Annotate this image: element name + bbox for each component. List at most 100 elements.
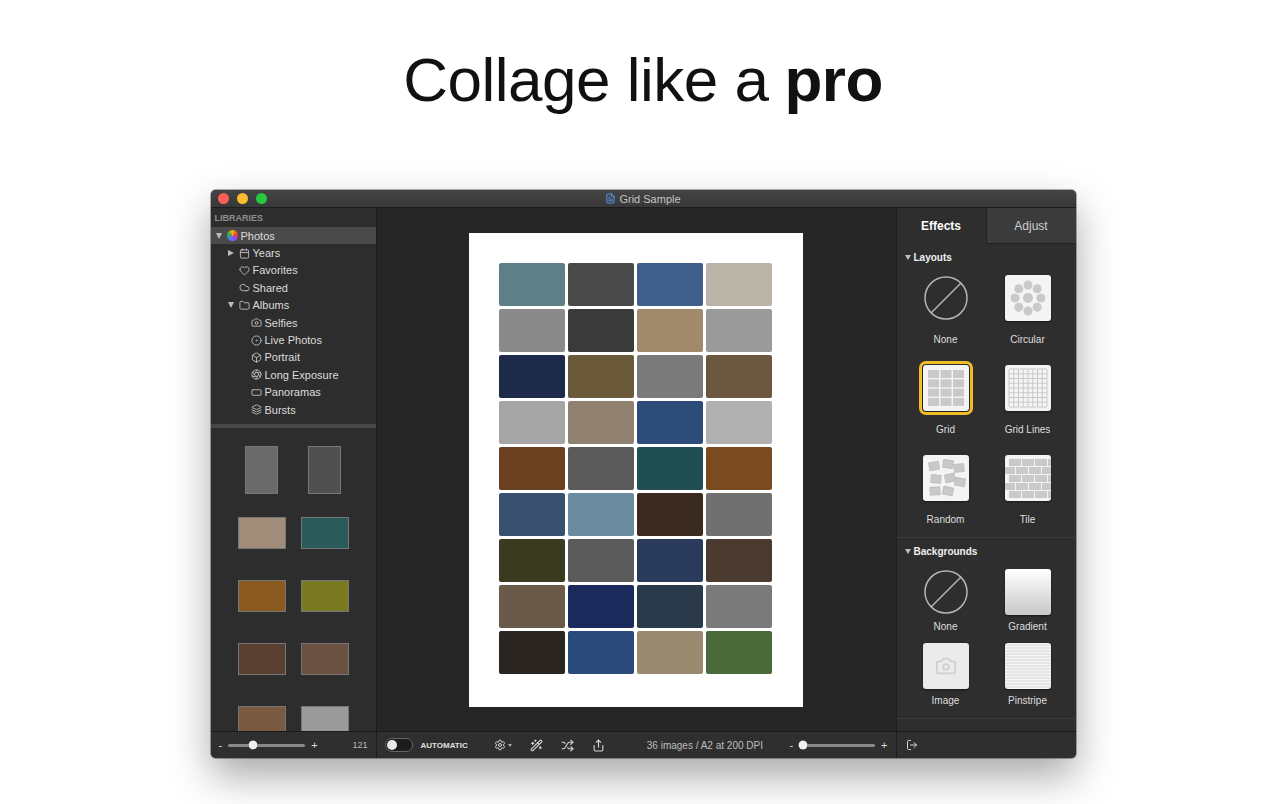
collage-photo[interactable] [499,631,565,674]
photo-thumbnail[interactable] [245,446,278,494]
effect-thumbnail[interactable] [923,569,969,615]
collage-photo[interactable] [499,493,565,536]
collage-photo[interactable] [499,355,565,398]
collage-photo[interactable] [706,263,772,306]
section-title[interactable]: Backgrounds [905,546,1068,557]
photo-thumbnail[interactable] [238,706,286,731]
disclosure-triangle[interactable] [239,405,248,414]
effect-option[interactable]: Tile [987,455,1069,525]
enhance-button[interactable] [530,739,543,752]
slider-thumb[interactable] [798,741,807,750]
sidebar-item[interactable]: Selfies [211,314,376,331]
zoom-button[interactable] [256,193,267,204]
photo-thumbnail[interactable] [308,446,341,494]
settings-button[interactable] [494,739,512,751]
disclosure-triangle[interactable] [227,249,236,258]
photo-thumbnail[interactable] [301,643,349,675]
disclosure-triangle[interactable] [239,388,248,397]
collage-photo[interactable] [568,263,634,306]
collage-photo[interactable] [568,493,634,536]
effect-option[interactable]: Image [905,643,987,706]
panel-tab[interactable]: Effects [897,208,986,244]
zoom-out-button[interactable]: - [789,739,793,751]
disclosure-triangle[interactable] [239,370,248,379]
photo-thumbnail[interactable] [238,517,286,549]
effect-thumbnail[interactable] [923,643,969,689]
effect-thumbnail[interactable] [923,455,969,501]
collage-photo[interactable] [568,539,634,582]
collage-photo[interactable] [706,493,772,536]
collage-photo[interactable] [637,493,703,536]
effect-option[interactable]: Circular [987,275,1069,345]
collage-photo[interactable] [499,401,565,444]
toggle-panel-button[interactable] [906,739,918,751]
disclosure-triangle[interactable] [905,255,911,260]
share-button[interactable] [592,739,605,752]
collage-photo[interactable] [568,585,634,628]
collage-photo[interactable] [499,309,565,352]
collage-photo[interactable] [637,447,703,490]
disclosure-triangle[interactable] [905,549,911,554]
collage-photo[interactable] [637,631,703,674]
effect-option[interactable]: Random [905,455,987,525]
sidebar-item[interactable]: Shared [211,279,376,296]
photo-thumbnail[interactable] [301,580,349,612]
collage-photo[interactable] [499,263,565,306]
photo-thumbnail[interactable] [301,706,349,731]
disclosure-triangle[interactable] [227,301,236,310]
collage-photo[interactable] [637,401,703,444]
effect-thumbnail[interactable] [1005,643,1051,689]
collage-photo[interactable] [568,447,634,490]
collage-photo[interactable] [568,309,634,352]
shuffle-button[interactable] [561,739,574,752]
collage-photo[interactable] [706,631,772,674]
disclosure-triangle[interactable] [215,231,224,240]
effect-thumbnail[interactable] [923,275,969,321]
effect-option[interactable]: Grid Lines [987,365,1069,435]
disclosure-triangle[interactable] [239,336,248,345]
zoom-out-button[interactable]: - [219,739,223,751]
collage-photo[interactable] [499,539,565,582]
collage-photo[interactable] [706,355,772,398]
sidebar-divider[interactable] [211,424,376,428]
sidebar-item[interactable]: Panoramas [211,384,376,401]
panel-tab[interactable]: Adjust [986,208,1076,244]
zoom-in-button[interactable]: + [881,739,887,751]
collage-photo[interactable] [637,355,703,398]
effect-option[interactable]: None [905,569,987,632]
sidebar-item[interactable]: Live Photos [211,331,376,348]
collage-photo[interactable] [637,539,703,582]
photo-thumbnail[interactable] [238,643,286,675]
thumbnail-size-slider[interactable] [228,744,305,747]
effect-option[interactable]: Gradient [987,569,1069,632]
collage-photo[interactable] [706,447,772,490]
collage-photo[interactable] [637,263,703,306]
effect-thumbnail[interactable] [1005,365,1051,411]
disclosure-triangle[interactable] [227,266,236,275]
zoom-slider[interactable] [799,744,875,747]
collage-photo[interactable] [637,585,703,628]
sidebar-item[interactable]: Photos [211,227,376,244]
effect-option[interactable]: None [905,275,987,345]
collage-photo[interactable] [568,631,634,674]
sidebar-item[interactable]: Long Exposure [211,366,376,383]
sidebar-item[interactable]: Portrait [211,349,376,366]
photo-thumbnail[interactable] [301,517,349,549]
effect-thumbnail[interactable] [1005,275,1051,321]
collage-photo[interactable] [706,309,772,352]
minimize-button[interactable] [237,193,248,204]
sidebar-item[interactable]: Years [211,244,376,261]
effect-option[interactable]: Grid [905,365,987,435]
collage-photo[interactable] [499,447,565,490]
sidebar-item[interactable]: Albums [211,297,376,314]
effect-option[interactable]: Pinstripe [987,643,1069,706]
disclosure-triangle[interactable] [239,318,248,327]
collage-photo[interactable] [706,401,772,444]
zoom-in-button[interactable]: + [311,739,317,751]
collage-photo[interactable] [706,585,772,628]
disclosure-triangle[interactable] [239,353,248,362]
collage-photo[interactable] [568,355,634,398]
slider-thumb[interactable] [248,741,257,750]
close-button[interactable] [218,193,229,204]
collage-photo[interactable] [499,585,565,628]
